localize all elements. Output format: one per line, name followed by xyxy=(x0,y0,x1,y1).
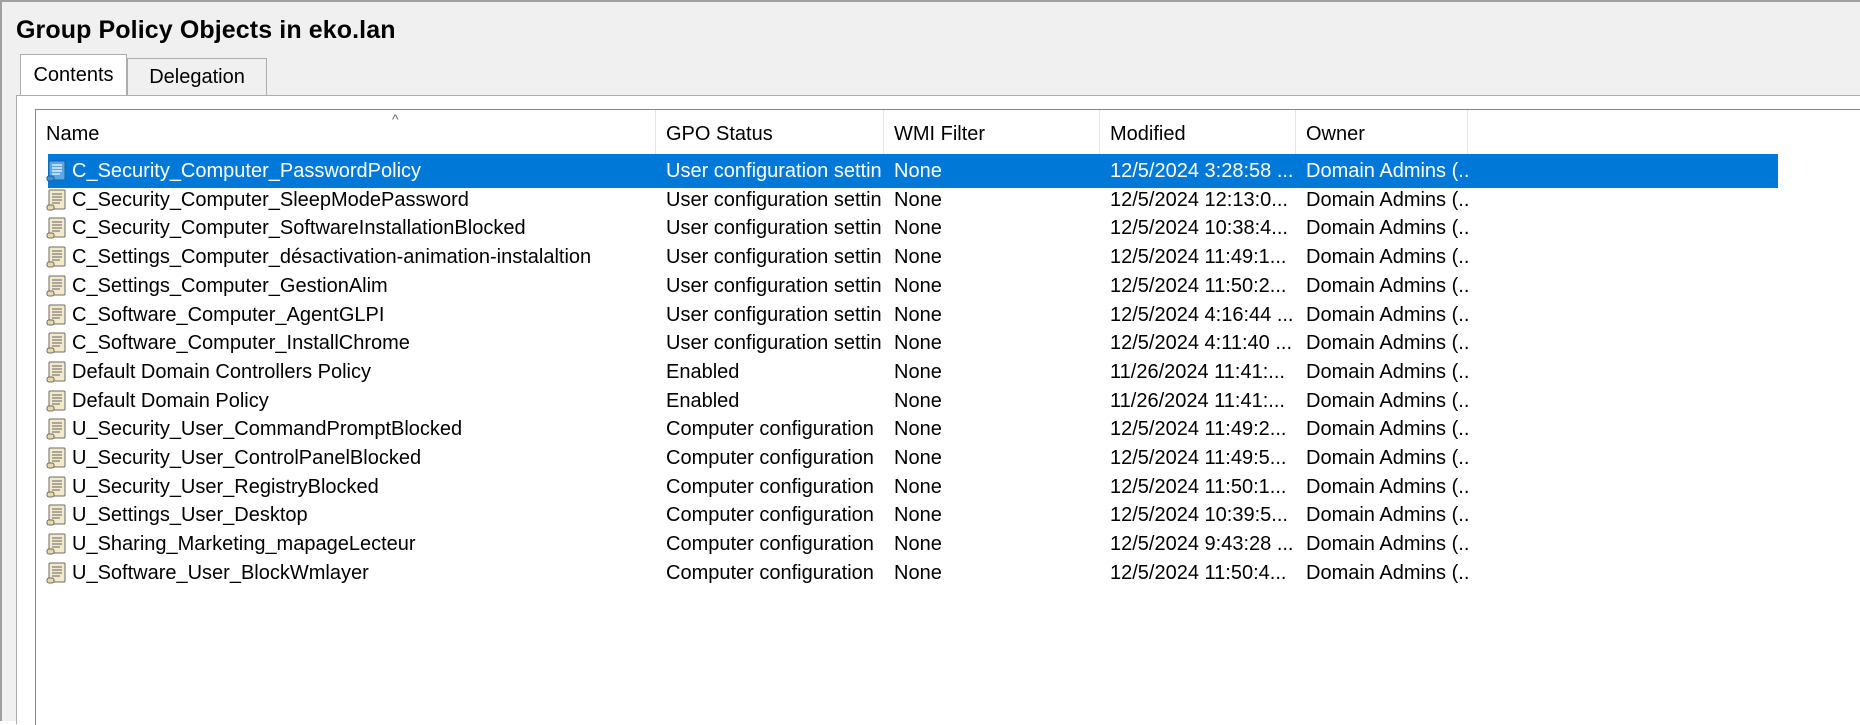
sort-ascending-icon: ^ xyxy=(392,111,399,127)
column-header-wmi-filter[interactable]: WMI Filter xyxy=(884,110,1100,154)
tab-contents[interactable]: Contents xyxy=(20,54,127,95)
contents-panel: Name ^ GPO Status WMI Filter Modified Ow… xyxy=(16,95,1860,725)
gpo-scroll-icon xyxy=(46,160,66,182)
gpo-scroll-icon xyxy=(46,562,66,584)
tab-delegation[interactable]: Delegation xyxy=(127,58,267,95)
gpo-scroll-icon xyxy=(46,332,66,354)
gpo-scroll-icon xyxy=(46,533,66,555)
column-header-owner[interactable]: Owner xyxy=(1296,110,1468,154)
column-header-status[interactable]: GPO Status xyxy=(656,110,884,154)
column-header-modified[interactable]: Modified xyxy=(1100,110,1296,154)
gpo-list-view[interactable]: Name ^ GPO Status WMI Filter Modified Ow… xyxy=(35,109,1860,725)
gpo-scroll-icon xyxy=(46,189,66,211)
column-header-name-label: Name xyxy=(46,123,100,145)
gpo-scroll-icon xyxy=(46,418,66,440)
gpo-scroll-icon xyxy=(46,246,66,268)
gpo-scroll-icon xyxy=(46,217,66,239)
column-header-name[interactable]: Name ^ xyxy=(36,110,656,154)
table-row[interactable]: U_Software_User_BlockWmlayer Computer con… xyxy=(36,556,1786,590)
cell-modified: 12/5/2024 11:50:4... xyxy=(1110,561,1287,584)
list-header: Name ^ GPO Status WMI Filter Modified Ow… xyxy=(36,110,1860,154)
gpo-scroll-icon xyxy=(46,504,66,526)
gpo-scroll-icon xyxy=(46,447,66,469)
gpo-scroll-icon xyxy=(46,275,66,297)
page-title: Group Policy Objects in eko.lan xyxy=(16,16,396,44)
cell-name: U_Software_User_BlockWmlayer xyxy=(72,561,369,584)
cell-owner: Domain Admins (... xyxy=(1306,561,1471,584)
gpo-scroll-icon xyxy=(46,361,66,383)
gpo-window: Group Policy Objects in eko.lan Contents… xyxy=(0,0,1860,725)
gpo-scroll-icon xyxy=(46,303,66,326)
cell-status: Computer configuration ... xyxy=(666,561,881,584)
gpo-scroll-icon xyxy=(46,476,66,498)
cell-wmi: None xyxy=(894,561,942,584)
gpo-scroll-icon xyxy=(46,389,66,412)
